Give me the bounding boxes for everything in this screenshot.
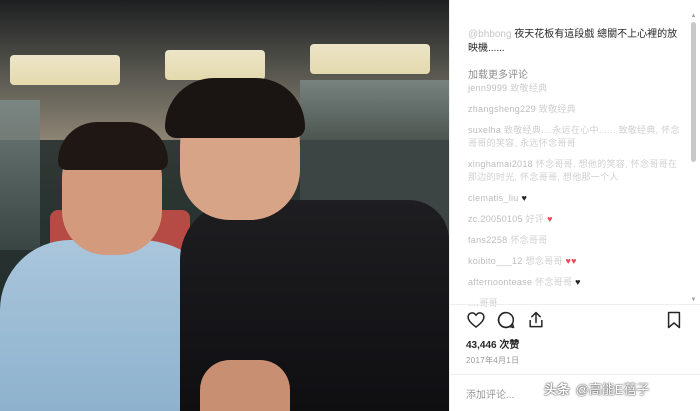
load-more-comments-link[interactable]: 加载更多评论 [468,66,528,81]
comment-text: 想念哥哥 [525,256,563,266]
scroll-thumb[interactable] [691,22,696,162]
black-heart-icon: ♥ [575,277,581,287]
comment-text: 致敬经典 [510,83,548,93]
comment-username[interactable]: zc.20050105 [468,214,523,224]
divider [449,374,700,375]
red-heart-icon: ♥ [547,214,553,224]
bookmark-icon[interactable] [664,310,684,330]
comments-scrollbar[interactable]: ▲ ▼ [690,12,697,304]
red-heart-icon: ♥♥ [565,256,577,266]
comment-item: suxelha 致敬经典....永远在心中...... 致敬经典, 怀念哥哥的笑… [468,124,683,150]
person-right-hair [165,78,305,138]
heart-icon[interactable] [466,310,486,330]
comment-item: zc.20050105 好评 ♥ [468,213,683,226]
comment-text: 致敬经典 [538,104,576,114]
comment-bubble-icon[interactable] [496,310,516,330]
action-bar [466,310,686,332]
post-photo[interactable] [0,0,449,411]
comment-username[interactable]: afternoontease [468,277,532,287]
comment-item: fans2258 怀念哥哥 [468,234,683,247]
ceiling-light [310,44,430,74]
toutiao-logo: 头条 [544,382,571,397]
comment-text: 怀念哥哥 [535,277,573,287]
comment-text: 怀念哥哥 [510,235,548,245]
comment-list: jenn9999 致敬经典 zhangsheng229 致敬经典 suxelha… [468,82,683,318]
add-comment-input[interactable]: 添加评论... [466,386,514,401]
comment-username[interactable]: suxelha [468,125,501,135]
comment-username[interactable]: zhangsheng229 [468,104,536,114]
ceiling-light [10,55,120,85]
comment-username[interactable]: koibito___12 [468,256,523,266]
post-caption: @bhbong 夜天花板有這段戲 總關不上心裡的放映機...... [468,28,683,56]
black-heart-icon: ♥ [521,193,528,203]
share-icon[interactable] [526,310,546,330]
toutiao-watermark: 头条 @高能E蓓子 [544,379,650,398]
comment-item: koibito___12 想念哥哥 ♥♥ [468,255,683,268]
watermark-author: @高能E蓓子 [575,382,650,397]
caption-username[interactable]: @bhbong [468,29,512,40]
ceiling-light [165,50,265,80]
scroll-up-arrow-icon[interactable]: ▲ [690,12,697,20]
comment-username[interactable]: xinghamai2018 [468,159,533,169]
comment-text: 好评 [525,214,545,224]
comment-username[interactable]: fans2258 [468,235,507,245]
divider [449,304,700,305]
train-window [0,100,40,250]
comment-item: afternoontease 怀念哥哥 ♥ [468,276,683,289]
comment-text: ....哥哥 [468,298,498,308]
train-window [300,80,449,140]
comment-item: zhangsheng229 致敬经典 [468,103,683,116]
comment-username[interactable]: jenn9999 [468,83,507,93]
comment-username[interactable]: clematis_liu [468,193,519,203]
scroll-down-arrow-icon[interactable]: ▼ [690,296,697,304]
like-count[interactable]: 43,446 次赞 [466,336,519,351]
arm [200,360,290,411]
person-left-hair [58,122,168,170]
post-date: 2017年4月1日 [466,356,520,365]
comment-item: xinghamai2018 怀念哥哥, 想他的笑容, 怀念哥哥在那边的时光, 怀… [468,158,683,184]
comment-item: clematis_liu ♥ [468,192,683,205]
comment-item: jenn9999 致敬经典 [468,82,683,95]
